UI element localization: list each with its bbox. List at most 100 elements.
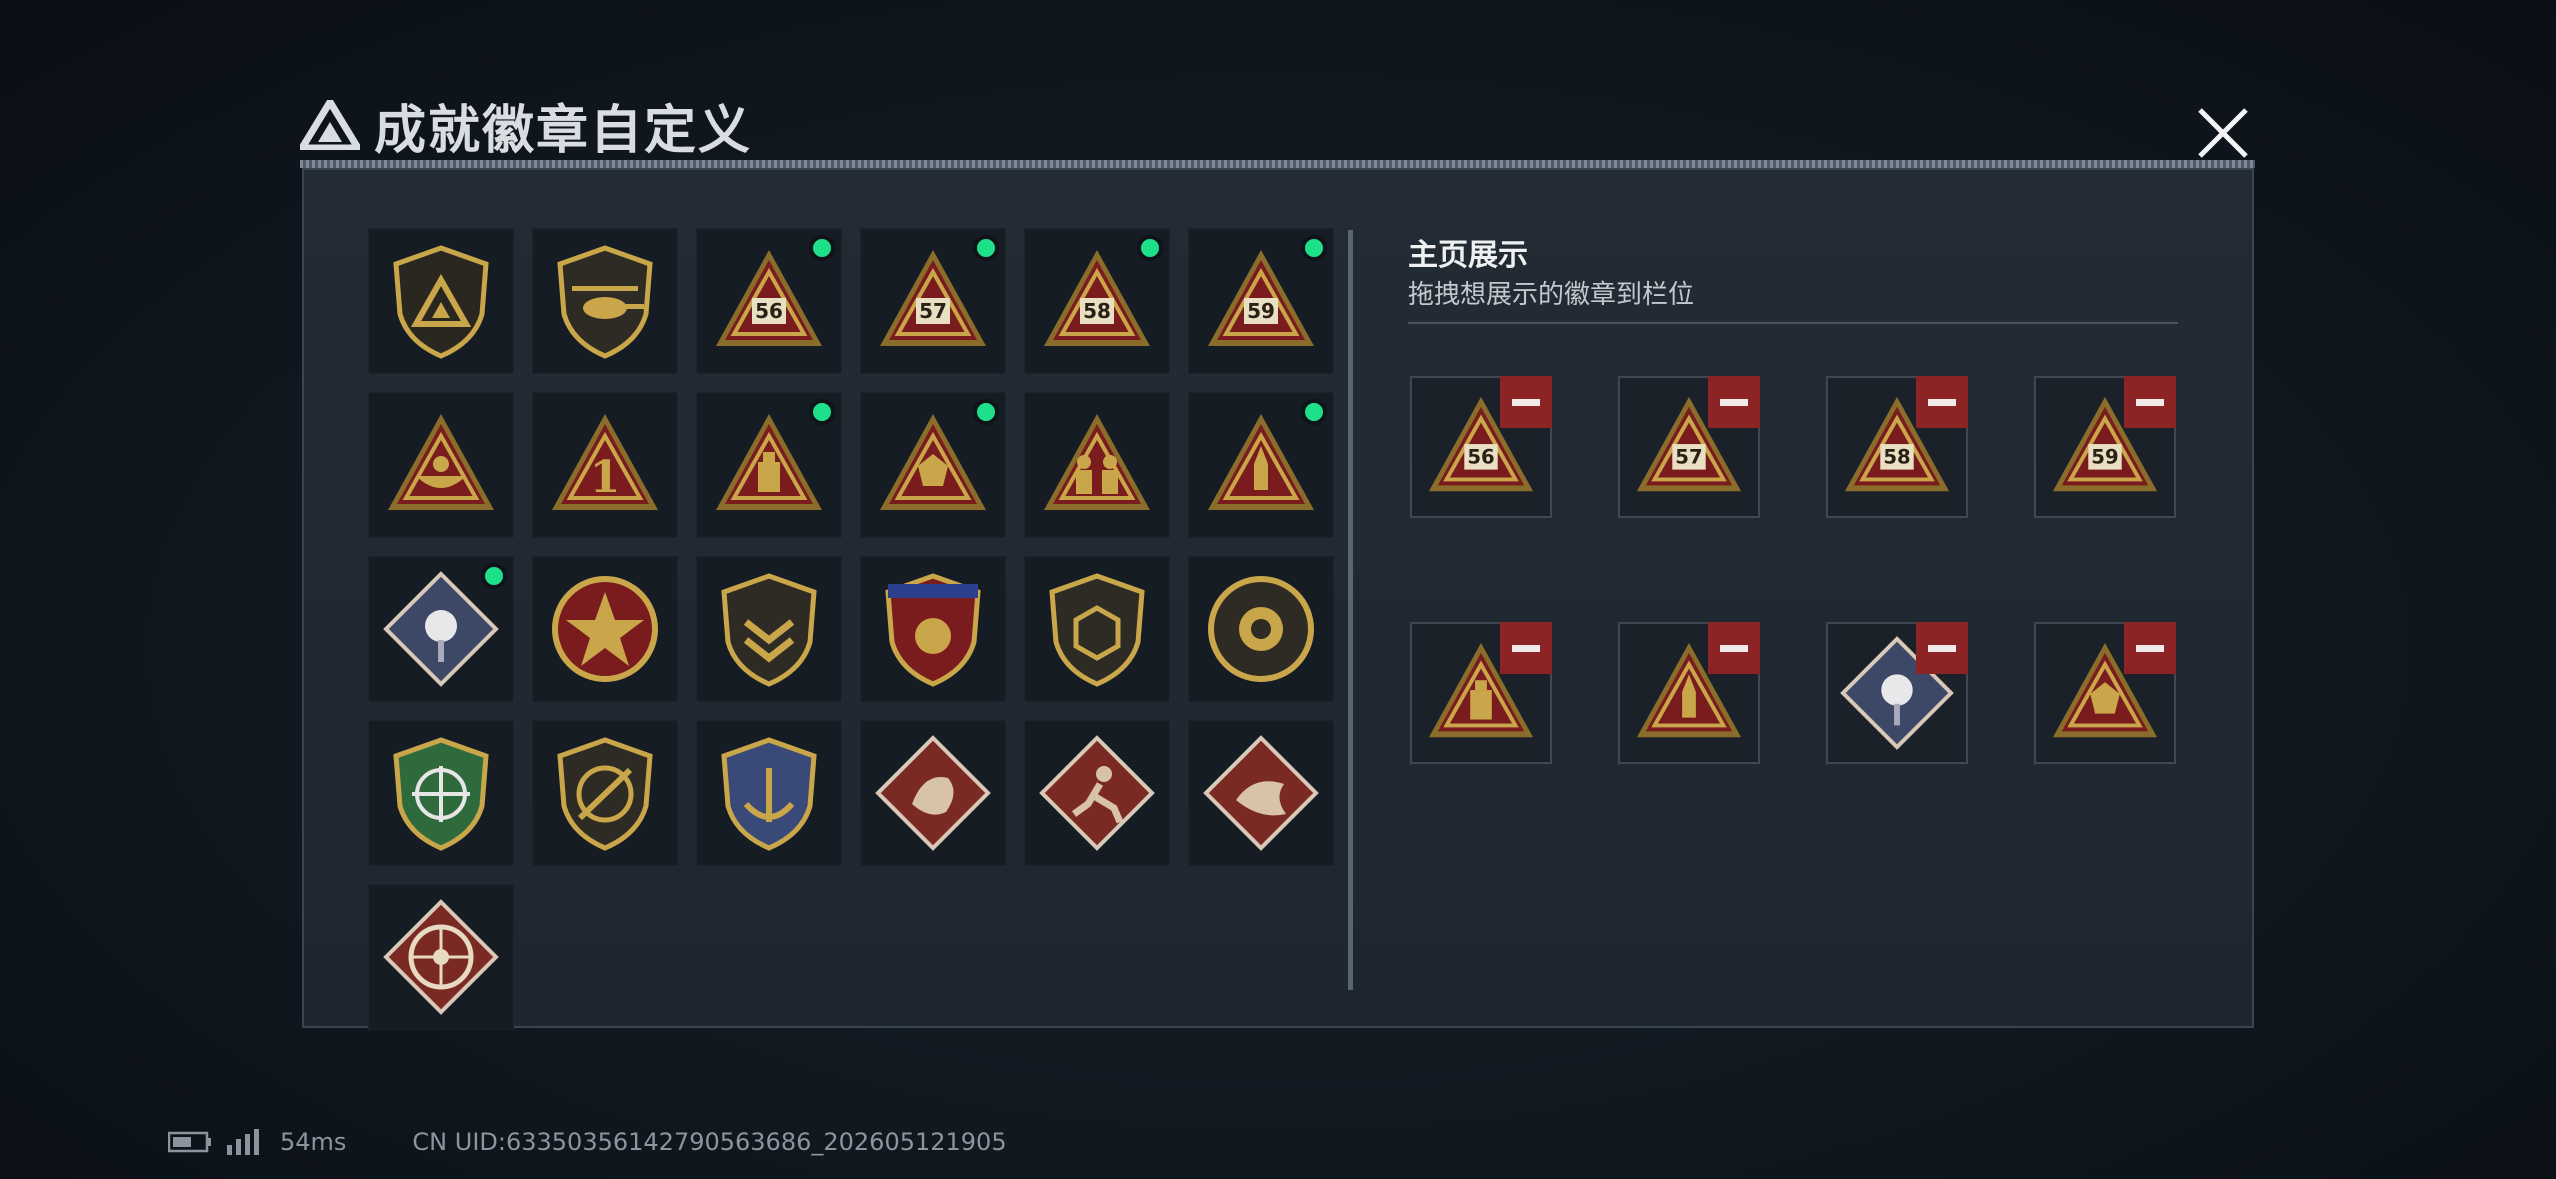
- minus-icon: [2136, 398, 2164, 406]
- showcase-slot[interactable]: [1618, 622, 1760, 764]
- badge-slot[interactable]: [696, 556, 842, 702]
- badge-triangle-soldiers-icon: [1044, 414, 1150, 510]
- badge-green-crosshair-icon: [393, 737, 489, 851]
- badge-slot[interactable]: [696, 392, 842, 538]
- user-uid: CN UID:6335035614279056368​6_20260512190…: [412, 1128, 1007, 1156]
- close-button[interactable]: [2188, 98, 2258, 168]
- remove-badge-button[interactable]: [1916, 622, 1968, 674]
- showcase-slot[interactable]: [1826, 622, 1968, 764]
- badge-slot[interactable]: [1188, 556, 1334, 702]
- badge-wheel-diamond-icon: [383, 899, 499, 1015]
- delta-logo-icon: [300, 100, 360, 150]
- badge-slot[interactable]: [532, 228, 678, 374]
- badge-triangle-boat-icon: [388, 414, 494, 510]
- badge-triangle-57-icon: 57: [880, 250, 986, 346]
- showcase-slot[interactable]: 59: [2034, 376, 2176, 518]
- remove-badge-button[interactable]: [1500, 376, 1552, 428]
- selected-indicator: [973, 235, 999, 261]
- badge-slot[interactable]: [368, 228, 514, 374]
- badge-triangle-59-icon: 59: [1208, 250, 1314, 346]
- svg-text:56: 56: [755, 299, 783, 323]
- remove-badge-button[interactable]: [1708, 376, 1760, 428]
- badge-diamond-rose-icon: [383, 571, 499, 687]
- svg-text:59: 59: [2091, 446, 2118, 469]
- badge-slot[interactable]: [1024, 720, 1170, 866]
- remove-badge-button[interactable]: [2124, 376, 2176, 428]
- remove-badge-button[interactable]: [2124, 622, 2176, 674]
- svg-text:58: 58: [1083, 299, 1111, 323]
- minus-icon: [1720, 398, 1748, 406]
- badge-slot[interactable]: [1188, 720, 1334, 866]
- badge-slot[interactable]: [368, 392, 514, 538]
- svg-text:58: 58: [1883, 446, 1910, 469]
- showcase-slot[interactable]: 56: [1410, 376, 1552, 518]
- minus-icon: [1512, 398, 1540, 406]
- badge-slot[interactable]: 58: [1024, 228, 1170, 374]
- badge-slot[interactable]: [1024, 556, 1170, 702]
- svg-text:57: 57: [1675, 446, 1702, 469]
- badge-crossed-gun-icon: [557, 737, 653, 851]
- selected-indicator: [481, 563, 507, 589]
- badge-triangle-58-icon: 58: [1044, 250, 1150, 346]
- badge-triangle-usb-icon: [716, 414, 822, 510]
- badge-slot[interactable]: [532, 556, 678, 702]
- badge-slot[interactable]: [532, 720, 678, 866]
- badge-slot[interactable]: 57: [860, 228, 1006, 374]
- close-icon: [2198, 108, 2248, 158]
- remove-badge-button[interactable]: [1916, 376, 1968, 428]
- status-bar: 54ms CN UID:6335035614279056368​6_202605…: [168, 1128, 1007, 1156]
- badge-slot[interactable]: [696, 720, 842, 866]
- badge-slot[interactable]: [1188, 392, 1334, 538]
- signal-icon: [227, 1129, 259, 1155]
- selected-indicator: [809, 399, 835, 425]
- svg-text:56: 56: [1467, 446, 1494, 469]
- badge-triangle-dice-icon: [880, 414, 986, 510]
- svg-text:59: 59: [1247, 299, 1275, 323]
- badge-diamond-dragon-icon: [875, 735, 991, 851]
- title-divider: [300, 160, 2255, 168]
- showcase-slot[interactable]: [2034, 622, 2176, 764]
- selected-indicator: [1137, 235, 1163, 261]
- svg-text:57: 57: [919, 299, 947, 323]
- page-title: 成就徽章自定义: [374, 100, 753, 161]
- badge-slot[interactable]: 1: [532, 392, 678, 538]
- badge-star-wreath-icon: [552, 576, 658, 682]
- showcase-slot[interactable]: 57: [1618, 376, 1760, 518]
- badge-shield-anchor-icon: [721, 737, 817, 851]
- badge-shield-stars-banner-icon: [885, 573, 981, 687]
- minus-icon: [2136, 644, 2164, 652]
- minus-icon: [1512, 644, 1540, 652]
- minus-icon: [1720, 644, 1748, 652]
- badge-triangle-1-icon: 1: [552, 414, 658, 510]
- badge-slot[interactable]: [860, 556, 1006, 702]
- badge-slot[interactable]: 59: [1188, 228, 1334, 374]
- badge-diamond-runner-icon: [1039, 735, 1155, 851]
- badge-slot[interactable]: 56: [696, 228, 842, 374]
- minus-icon: [1928, 644, 1956, 652]
- showcase-slot[interactable]: 58: [1826, 376, 1968, 518]
- svg-text:1: 1: [590, 452, 621, 503]
- remove-badge-button[interactable]: [1500, 622, 1552, 674]
- badge-triangle-rocket-icon: [1208, 414, 1314, 510]
- badge-triangle-56-icon: 56: [716, 250, 822, 346]
- badge-diamond-lizard-icon: [1203, 735, 1319, 851]
- minus-icon: [1928, 398, 1956, 406]
- badge-slot[interactable]: [1024, 392, 1170, 538]
- badge-slot[interactable]: [860, 392, 1006, 538]
- badge-shield-logo-icon: [393, 245, 489, 359]
- selected-indicator: [1301, 399, 1327, 425]
- showcase-slot[interactable]: [1410, 622, 1552, 764]
- remove-badge-button[interactable]: [1708, 622, 1760, 674]
- badge-slot[interactable]: [860, 720, 1006, 866]
- badge-circle-emblem-icon: [1208, 576, 1314, 682]
- section-divider: [1348, 230, 1353, 990]
- badge-slot[interactable]: [368, 720, 514, 866]
- display-section-rule: [1408, 322, 2178, 324]
- battery-icon: [168, 1131, 211, 1153]
- selected-indicator: [973, 399, 999, 425]
- badge-slot[interactable]: [368, 884, 514, 1030]
- badge-slot[interactable]: [368, 556, 514, 702]
- selected-indicator: [1301, 235, 1327, 261]
- ping-readout: 54ms: [280, 1128, 347, 1156]
- badge-shield-chevron-icon: [721, 573, 817, 687]
